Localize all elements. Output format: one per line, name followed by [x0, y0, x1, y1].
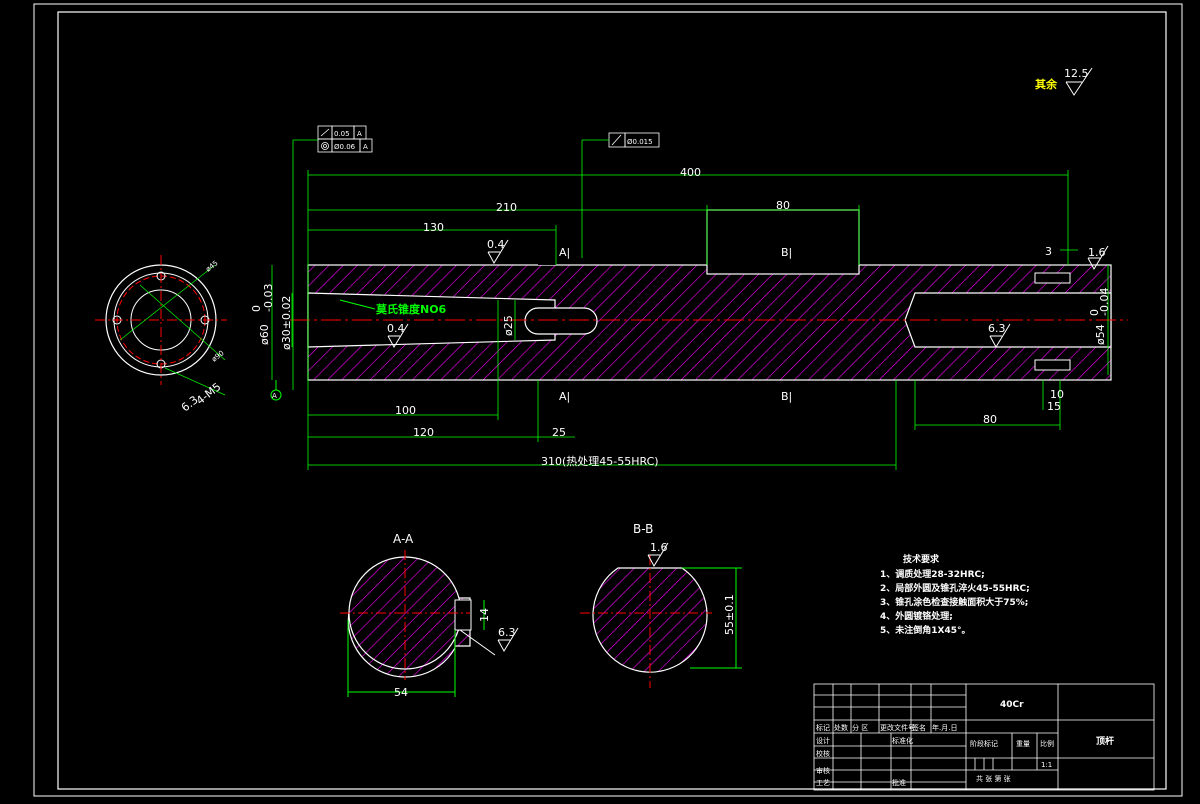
tb-label-zhongliang: 重量	[1016, 740, 1030, 748]
flat-section-b	[706, 209, 860, 275]
tech-req-item-5: 5、未注倒角1X45°。	[880, 624, 971, 636]
dim-dia30: ø30±0.02	[280, 296, 293, 350]
tb-label-sheets: 共 张 第 张	[976, 774, 1011, 783]
section-marker-b-bottom: B|	[781, 390, 792, 403]
dim-80-bottom: 80	[983, 413, 997, 426]
tech-requirements: 技术要求 1、调质处理28-32HRC; 2、局部外圆及锥孔淬火45-55HRC…	[880, 553, 1030, 636]
tech-req-item-1: 1、调质处理28-32HRC;	[880, 568, 985, 580]
dim-130: 130	[423, 221, 444, 234]
tb-label-jiaohe: 校核	[816, 749, 830, 758]
end-dia45: ø45	[204, 259, 219, 273]
tb-label-biaozhunhua: 标准化	[892, 736, 913, 745]
gdt-coax-datum: A	[363, 143, 368, 151]
roughness-16-end: 1.6	[1088, 246, 1106, 259]
section-marker-b-top: B|	[781, 246, 792, 259]
tb-label-chushu: 处数	[834, 723, 848, 732]
datum-a-letter: A	[272, 392, 277, 400]
key-slot	[524, 307, 598, 335]
title-material: 40Cr	[1000, 700, 1024, 710]
tb-label-bili: 比例	[1040, 739, 1054, 748]
dim-120: 120	[413, 426, 434, 439]
roughness-63-bore: 6.3	[988, 322, 1006, 335]
dim-dia25: ø25	[502, 315, 515, 336]
tb-label-gongyi: 工艺	[816, 779, 830, 787]
sec-bb-roughness-16: 1.6	[650, 541, 668, 554]
tb-label-fenqu: 分 区	[852, 723, 868, 732]
dim-310-heat-treat: 310(热处理45-55HRC)	[541, 455, 659, 468]
main-shaft-view	[290, 209, 1128, 381]
morse-taper-label: 莫氏锥度NO6	[375, 302, 447, 316]
roughness-04-top: 0.4	[487, 238, 505, 251]
sec-bb-dim-55: 55±0.1	[723, 594, 736, 635]
dim-400: 400	[680, 166, 701, 179]
dim-dia54: ø54	[1094, 324, 1107, 345]
tb-label-qianming: 签名	[912, 723, 926, 732]
gdt-perp-value: 0.05	[334, 130, 350, 138]
tb-label-pizhun: 批准	[892, 778, 906, 787]
tech-req-item-3: 3、锥孔涂色检查接触面积大于75%;	[880, 596, 1028, 608]
general-roughness-note: 其余 12.5	[1035, 67, 1093, 96]
title-part-name: 顶杆	[1096, 735, 1114, 747]
tb-label-jieduan: 阶段标记	[970, 739, 998, 748]
inner-border	[57, 11, 1167, 790]
gdt-runout-value: Ø0.015	[627, 138, 653, 146]
datum-a: A	[270, 380, 282, 401]
tech-req-heading: 技术要求	[903, 553, 940, 565]
dim-80-top: 80	[776, 199, 790, 212]
cad-drawing-canvas: 其余 12.5 400 210 80 130 100 120 25 80 3 1…	[0, 0, 1200, 800]
title-scale: 1:1	[1041, 761, 1052, 769]
drawing-sheet: 其余 12.5 400 210 80 130 100 120 25 80 3 1…	[33, 3, 1183, 797]
sec-aa-dim-14: 14	[478, 608, 491, 622]
section-bb-title: B-B	[633, 522, 653, 536]
dim-dia60: ø60	[258, 324, 271, 345]
tb-label-biaoji: 标记	[816, 723, 830, 732]
tb-label-date: 年.月.日	[932, 723, 957, 732]
dim-100: 100	[395, 404, 416, 417]
gdt-coax-value: Ø0.06	[334, 143, 356, 151]
tb-label-shenhe: 审核	[816, 766, 830, 775]
tb-label-genggai: 更改文件号	[880, 723, 915, 732]
dim-210: 210	[496, 201, 517, 214]
end-view	[95, 255, 227, 396]
tb-label-sheji: 设计	[816, 736, 830, 745]
end-dia90: ø90	[210, 349, 225, 363]
dim-3: 3	[1045, 245, 1052, 258]
dim-dia54-lower-tol: -0.04	[1098, 288, 1111, 316]
dim-25: 25	[552, 426, 566, 439]
roughness-04-bore: 0.4	[387, 322, 405, 335]
section-aa: A-A	[340, 532, 519, 697]
section-aa-title: A-A	[393, 532, 414, 546]
gdt-perp-datum: A	[357, 130, 362, 138]
section-marker-a-bottom: A|	[559, 390, 570, 403]
sec-aa-roughness-63: 6.3	[498, 626, 516, 639]
section-marker-a-top: A|	[559, 246, 570, 259]
tech-req-item-2: 2、局部外圆及锥孔淬火45-55HRC;	[880, 582, 1030, 594]
sec-aa-dim-54: 54	[394, 686, 408, 699]
dim-dia60-lower-tol: -0.03	[262, 284, 275, 312]
roughness-note-label: 其余	[1035, 77, 1058, 91]
tech-req-item-4: 4、外圆镀铬处理;	[880, 610, 953, 622]
dim-15: 15	[1047, 400, 1061, 413]
